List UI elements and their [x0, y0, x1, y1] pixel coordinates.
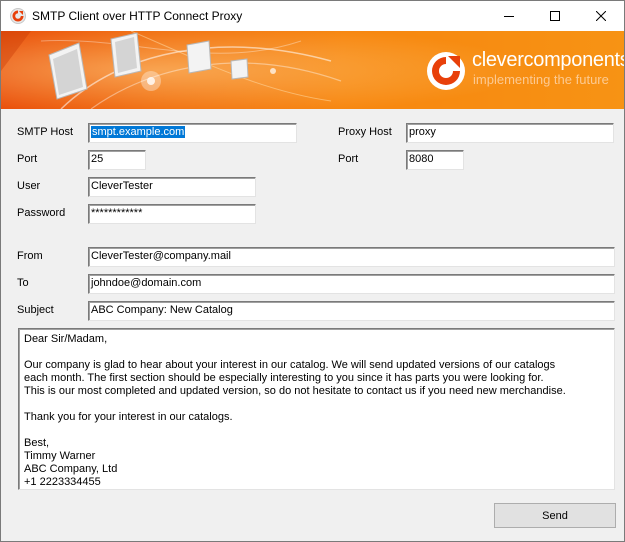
minimize-icon: [504, 16, 514, 17]
message-line: each month. The first section should be …: [24, 372, 544, 384]
port-label: Port: [17, 153, 38, 165]
message-line: This is our most completed and updated v…: [24, 385, 566, 397]
close-button[interactable]: [578, 1, 624, 31]
header-banner: clevercomponents implementing the future: [1, 31, 624, 109]
message-line: [24, 398, 614, 411]
proxy-host-label: Proxy Host: [338, 126, 392, 138]
smtp-host-value: smpt.example.com: [91, 126, 186, 138]
to-label: To: [17, 277, 29, 289]
title-bar[interactable]: SMTP Client over HTTP Connect Proxy: [1, 1, 624, 31]
brand-name: clevercomponents: [472, 49, 624, 71]
proxy-port-label: Port: [338, 153, 359, 165]
user-input[interactable]: CleverTester: [88, 177, 256, 197]
message-line: +1 2223334455: [24, 476, 101, 488]
password-label: Password: [17, 207, 66, 219]
subject-input[interactable]: ABC Company: New Catalog: [88, 301, 615, 321]
send-button[interactable]: Send: [494, 503, 616, 528]
message-line: [24, 424, 614, 437]
to-input[interactable]: johndoe@domain.com: [88, 274, 615, 294]
clevercomponents-logo-icon: [426, 51, 466, 91]
window-title: SMTP Client over HTTP Connect Proxy: [32, 9, 243, 23]
proxy-host-input[interactable]: proxy: [406, 123, 614, 143]
proxy-port-input[interactable]: 8080: [406, 150, 464, 170]
message-line: Best,: [24, 437, 50, 449]
from-input[interactable]: CleverTester@company.mail: [88, 247, 615, 267]
maximize-icon: [550, 11, 560, 21]
from-label: From: [17, 250, 43, 262]
message-line: [24, 346, 614, 359]
message-line: Timmy Warner: [24, 450, 96, 462]
smtp-host-input[interactable]: smpt.example.com: [88, 123, 297, 143]
password-input[interactable]: ************: [88, 204, 256, 224]
brand-tagline: implementing the future: [473, 72, 609, 87]
close-icon: [596, 11, 606, 21]
main-window: SMTP Client over HTTP Connect Proxy clev…: [0, 0, 625, 542]
message-line: Thank you for your interest in our catal…: [24, 411, 233, 423]
message-line: Our company is glad to hear about your i…: [24, 359, 556, 371]
port-input[interactable]: 25: [88, 150, 146, 170]
app-icon[interactable]: [10, 8, 26, 24]
message-line: Dear Sir/Madam,: [24, 333, 108, 345]
minimize-button[interactable]: [486, 1, 532, 31]
message-body-textarea[interactable]: Dear Sir/Madam, Our company is glad to h…: [18, 328, 615, 490]
smtp-host-label: SMTP Host: [17, 126, 74, 138]
subject-label: Subject: [17, 304, 54, 316]
message-line: ABC Company, Ltd: [24, 463, 118, 475]
user-label: User: [17, 180, 41, 192]
maximize-button[interactable]: [532, 1, 578, 31]
